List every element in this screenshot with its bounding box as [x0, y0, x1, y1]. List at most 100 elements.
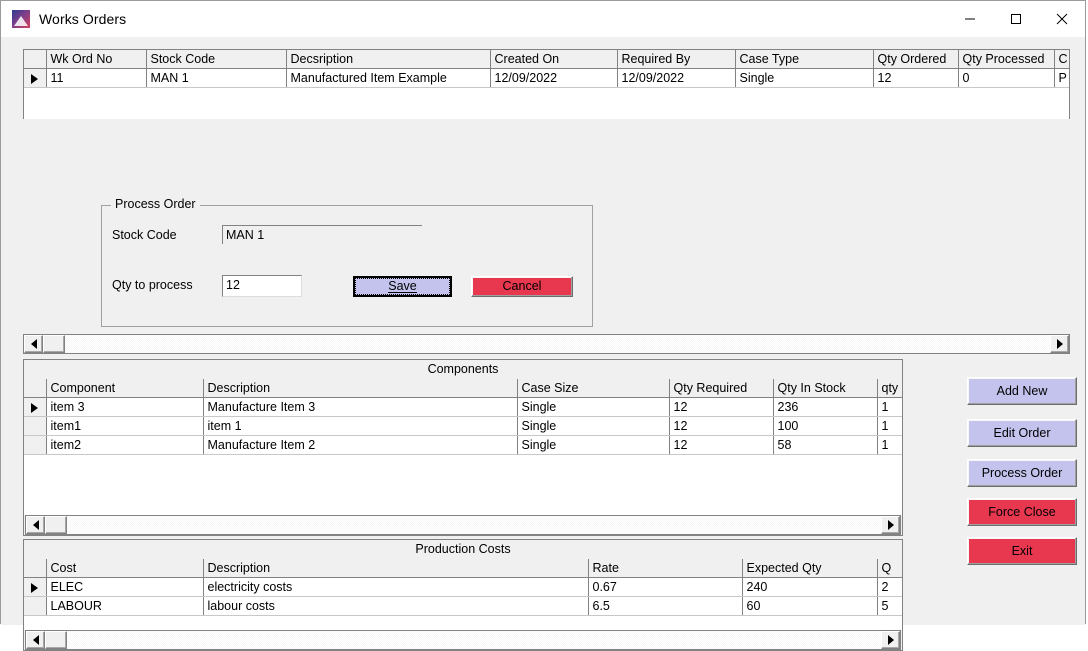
row-selector-cell[interactable] — [24, 68, 47, 88]
col-description[interactable]: Decsription — [286, 50, 491, 69]
cell-qty-in-stock[interactable]: 236 — [773, 397, 878, 417]
row-selector-cell[interactable] — [24, 435, 47, 455]
cell-case-size[interactable]: Single — [517, 397, 670, 417]
col-truncated[interactable]: Q — [877, 559, 902, 578]
col-qty-required[interactable]: Qty Required — [669, 379, 774, 398]
cell-component[interactable]: item 3 — [46, 397, 204, 417]
col-wk-ord-no[interactable]: Wk Ord No — [46, 50, 147, 69]
cell-truncated[interactable]: 2 — [877, 577, 902, 597]
client-area: Wk Ord No Stock Code Decsription Created… — [1, 37, 1085, 651]
add-new-button[interactable]: Add New — [967, 377, 1077, 405]
row-selector-cell[interactable] — [24, 416, 47, 436]
col-required-by[interactable]: Required By — [617, 50, 736, 69]
save-button[interactable]: Save — [353, 276, 452, 297]
scroll-thumb[interactable] — [45, 516, 67, 534]
components-grid[interactable]: Component Description Case Size Qty Requ… — [24, 379, 902, 515]
edit-order-button[interactable]: Edit Order — [967, 419, 1077, 447]
cancel-button[interactable]: Cancel — [471, 276, 573, 297]
scroll-right-button[interactable] — [881, 516, 900, 534]
cell-qty-processed[interactable]: 0 — [958, 68, 1055, 88]
cell-cost[interactable]: ELEC — [46, 577, 204, 597]
scroll-left-button[interactable] — [26, 631, 45, 649]
cell-description[interactable]: labour costs — [203, 596, 589, 616]
cell-qty-required[interactable]: 12 — [669, 416, 774, 436]
qty-to-process-field[interactable]: 12 — [222, 275, 302, 297]
scroll-thumb[interactable] — [43, 335, 65, 353]
components-hscrollbar[interactable] — [25, 515, 901, 535]
close-button[interactable] — [1039, 1, 1085, 37]
cell-wk-ord-no[interactable]: 11 — [46, 68, 147, 88]
cell-case-size[interactable]: Single — [517, 416, 670, 436]
table-row[interactable]: ELEC electricity costs 0.67 240 2 — [24, 577, 902, 597]
cell-qty-in-stock[interactable]: 100 — [773, 416, 878, 436]
table-row[interactable]: 11 MAN 1 Manufactured Item Example 12/09… — [24, 68, 1069, 88]
col-component[interactable]: Component — [46, 379, 204, 398]
table-row[interactable]: item 3 Manufacture Item 3 Single 12 236 … — [24, 397, 902, 417]
col-cost[interactable]: Cost — [46, 559, 204, 578]
cell-description[interactable]: item 1 — [203, 416, 518, 436]
cell-qty-required[interactable]: 12 — [669, 397, 774, 417]
scroll-track[interactable] — [67, 516, 881, 534]
cell-qty-ordered[interactable]: 12 — [873, 68, 959, 88]
row-selector-cell[interactable] — [24, 596, 47, 616]
cell-cost[interactable]: LABOUR — [46, 596, 204, 616]
maximize-button[interactable] — [993, 1, 1039, 37]
row-selector-cell[interactable] — [24, 397, 47, 417]
cell-qty-p[interactable]: 1 — [877, 435, 902, 455]
cell-case-type[interactable]: Single — [735, 68, 874, 88]
col-rate[interactable]: Rate — [588, 559, 743, 578]
cell-qty-in-stock[interactable]: 58 — [773, 435, 878, 455]
cell-expected-qty[interactable]: 60 — [742, 596, 878, 616]
table-row[interactable]: LABOUR labour costs 6.5 60 5 — [24, 596, 902, 616]
cell-case-size[interactable]: Single — [517, 435, 670, 455]
col-expected-qty[interactable]: Expected Qty — [742, 559, 878, 578]
cell-description[interactable]: electricity costs — [203, 577, 589, 597]
table-row[interactable]: item2 Manufacture Item 2 Single 12 58 1 — [24, 435, 902, 455]
cell-stock-code[interactable]: MAN 1 — [146, 68, 287, 88]
cell-required-by[interactable]: 12/09/2022 — [617, 68, 736, 88]
scroll-track[interactable] — [67, 631, 881, 649]
scroll-track[interactable] — [65, 335, 1050, 353]
col-created-on[interactable]: Created On — [490, 50, 618, 69]
cell-truncated[interactable]: 5 — [877, 596, 902, 616]
cell-component[interactable]: item2 — [46, 435, 204, 455]
cell-rate[interactable]: 0.67 — [588, 577, 743, 597]
col-qty-ordered[interactable]: Qty Ordered — [873, 50, 959, 69]
cell-description[interactable]: Manufactured Item Example — [286, 68, 491, 88]
exit-button[interactable]: Exit — [967, 537, 1077, 565]
minimize-button[interactable] — [947, 1, 993, 37]
col-truncated[interactable]: C — [1054, 50, 1069, 69]
cell-qty-p[interactable]: 1 — [877, 397, 902, 417]
cell-truncated[interactable]: P — [1054, 68, 1069, 88]
scroll-left-button[interactable] — [24, 335, 43, 353]
works-orders-hscrollbar[interactable] — [23, 334, 1070, 354]
col-qty-p[interactable]: qty p — [877, 379, 902, 398]
process-order-button[interactable]: Process Order — [967, 459, 1077, 487]
col-qty-in-stock[interactable]: Qty In Stock — [773, 379, 878, 398]
cell-description[interactable]: Manufacture Item 2 — [203, 435, 518, 455]
col-description[interactable]: Description — [203, 559, 589, 578]
scroll-left-button[interactable] — [26, 516, 45, 534]
stock-code-field[interactable]: MAN 1 — [222, 225, 422, 244]
scroll-right-button[interactable] — [1050, 335, 1069, 353]
cell-created-on[interactable]: 12/09/2022 — [490, 68, 618, 88]
row-selector-cell[interactable] — [24, 577, 47, 597]
force-close-button[interactable]: Force Close — [967, 498, 1077, 526]
col-case-type[interactable]: Case Type — [735, 50, 874, 69]
col-stock-code[interactable]: Stock Code — [146, 50, 287, 69]
cell-qty-required[interactable]: 12 — [669, 435, 774, 455]
cell-expected-qty[interactable]: 240 — [742, 577, 878, 597]
scroll-right-button[interactable] — [881, 631, 900, 649]
cell-description[interactable]: Manufacture Item 3 — [203, 397, 518, 417]
works-orders-grid[interactable]: Wk Ord No Stock Code Decsription Created… — [23, 49, 1070, 119]
production-costs-grid[interactable]: Cost Description Rate Expected Qty Q ELE… — [24, 559, 902, 630]
cell-component[interactable]: item1 — [46, 416, 204, 436]
col-description[interactable]: Description — [203, 379, 518, 398]
table-row[interactable]: item1 item 1 Single 12 100 1 — [24, 416, 902, 436]
production-costs-hscrollbar[interactable] — [25, 630, 901, 650]
col-qty-processed[interactable]: Qty Processed — [958, 50, 1055, 69]
cell-rate[interactable]: 6.5 — [588, 596, 743, 616]
scroll-thumb[interactable] — [45, 631, 67, 649]
cell-qty-p[interactable]: 1 — [877, 416, 902, 436]
col-case-size[interactable]: Case Size — [517, 379, 670, 398]
